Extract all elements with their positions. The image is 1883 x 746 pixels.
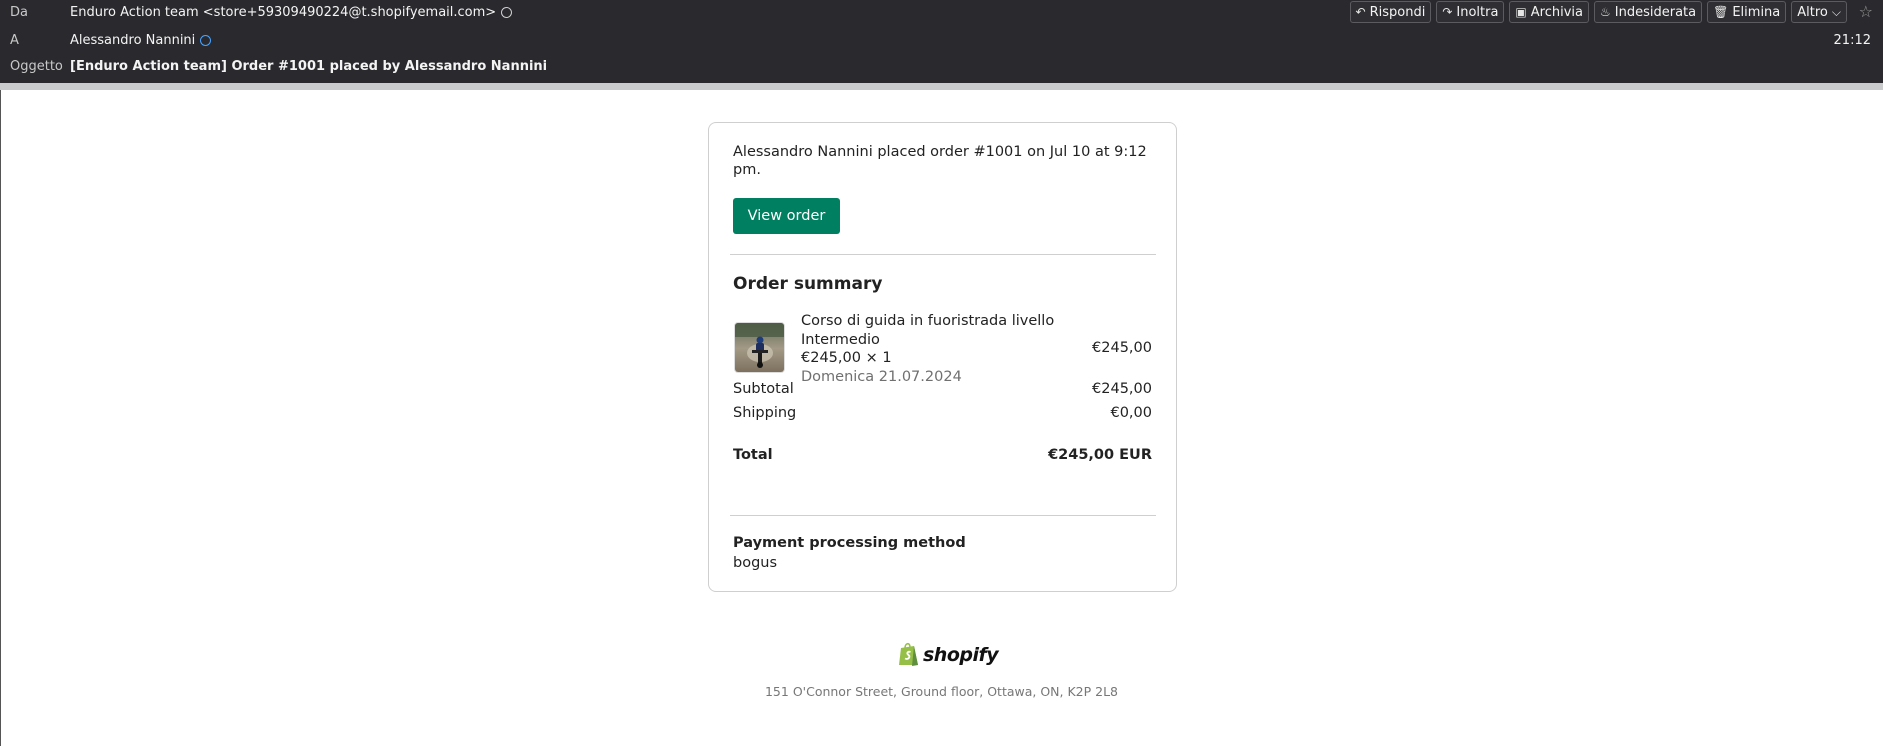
message-time: 21:12 (1833, 33, 1871, 48)
product-name: Corso di guida in fuoristrada livello In… (801, 313, 1055, 348)
to-row: A Alessandro Nannini 21:12 (0, 28, 1883, 52)
shopify-logo[interactable]: shopify (898, 642, 999, 667)
chevron-down-icon: ⌵ (1831, 4, 1841, 19)
reply-button[interactable]: ↶ Rispondi (1349, 1, 1432, 23)
motorbike-photo (735, 323, 784, 372)
payment-method-title: Payment processing method (733, 535, 966, 551)
footer-address: 151 O'Connor Street, Ground floor, Ottaw… (764, 684, 1119, 699)
star-icon[interactable]: ☆ (1859, 2, 1873, 21)
shopify-bag-icon (899, 642, 918, 666)
from-address[interactable]: Enduro Action team <store+59309490224@t.… (70, 5, 496, 20)
subtotal-row: Subtotal €245,00 (733, 381, 1152, 397)
order-summary-title: Order summary (733, 274, 883, 294)
delete-button[interactable]: 🗑 Elimina (1707, 1, 1787, 23)
from-value[interactable]: Enduro Action team <store+59309490224@t.… (70, 5, 513, 20)
flame-icon: ♨ (1600, 5, 1611, 19)
reply-label: Rispondi (1369, 4, 1426, 20)
more-label: Altro (1797, 4, 1828, 20)
total-value: €245,00 EUR (1048, 447, 1152, 463)
divider (730, 254, 1156, 255)
delete-label: Elimina (1732, 4, 1781, 20)
contact-icon[interactable] (200, 35, 212, 46)
order-card: Alessandro Nannini placed order #1001 on… (708, 122, 1177, 592)
archive-label: Archivia (1530, 4, 1583, 20)
subtotal-label: Subtotal (733, 381, 794, 397)
to-label: A (10, 33, 19, 48)
from-label: Da (10, 5, 28, 20)
forward-label: Inoltra (1456, 4, 1499, 20)
more-button[interactable]: Altro ⌵ (1791, 1, 1847, 23)
shopify-wordmark: shopify (923, 643, 999, 666)
shipping-row: Shipping €0,00 (733, 405, 1152, 421)
view-order-button[interactable]: View order (733, 198, 840, 234)
to-value[interactable]: Alessandro Nannini (70, 33, 212, 48)
subject-row: Oggetto [Enduro Action team] Order #1001… (0, 54, 1883, 78)
archive-icon: ▣ (1515, 5, 1527, 19)
header-divider (0, 83, 1883, 90)
subject-label: Oggetto (10, 59, 63, 74)
total-label: Total (733, 447, 773, 463)
junk-label: Indesiderata (1614, 4, 1697, 20)
contact-icon[interactable] (501, 7, 513, 18)
payment-method-value: bogus (733, 555, 778, 571)
shipping-label: Shipping (733, 405, 797, 421)
product-image[interactable] (734, 322, 785, 373)
archive-button[interactable]: ▣ Archivia (1509, 1, 1589, 23)
trash-icon: 🗑 (1713, 5, 1729, 19)
message-header: Da Enduro Action team <store+59309490224… (0, 0, 1883, 83)
pane-border (0, 90, 1, 746)
subject-value: [Enduro Action team] Order #1001 placed … (70, 59, 548, 74)
junk-button[interactable]: ♨ Indesiderata (1594, 1, 1703, 23)
shipping-value: €0,00 (1110, 405, 1152, 421)
divider (730, 515, 1156, 516)
reply-icon: ↶ (1355, 5, 1366, 19)
total-row: Total €245,00 EUR (733, 447, 1152, 463)
to-recipient[interactable]: Alessandro Nannini (70, 33, 195, 48)
forward-button[interactable]: ↷ Inoltra (1436, 1, 1505, 23)
product-price: €245,00 (1092, 340, 1152, 356)
forward-icon: ↷ (1442, 5, 1453, 19)
from-row: Da Enduro Action team <store+59309490224… (0, 0, 1883, 24)
subtotal-value: €245,00 (1092, 381, 1152, 397)
order-intro: Alessandro Nannini placed order #1001 on… (733, 144, 1147, 178)
message-toolbar: ↶ Rispondi ↷ Inoltra ▣ Archivia ♨ Indesidera… (1349, 1, 1847, 23)
product-quantity: €245,00 × 1 (801, 350, 892, 366)
